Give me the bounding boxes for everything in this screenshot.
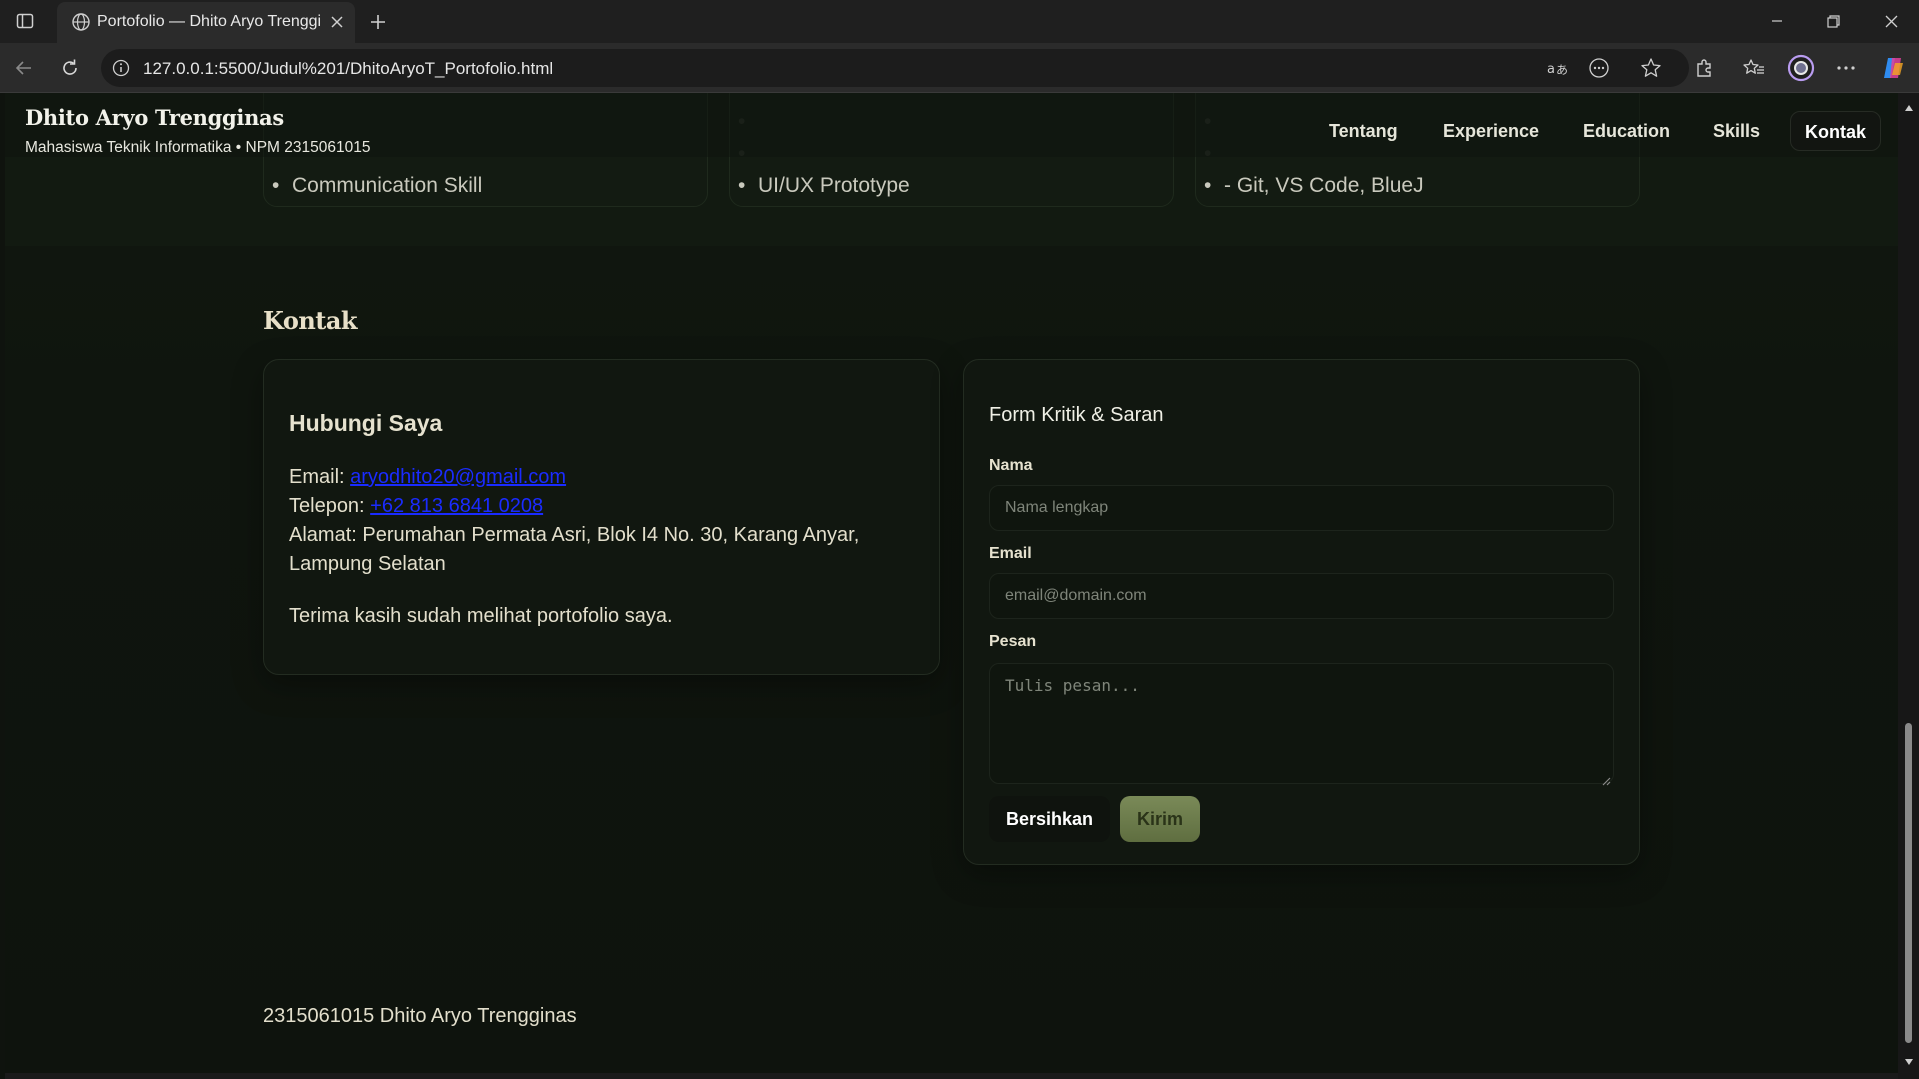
thanks-text: Terima kasih sudah melihat portofolio sa…	[289, 605, 673, 627]
globe-icon	[71, 12, 91, 32]
translate-icon[interactable]: aあ	[1543, 55, 1571, 81]
email-field-label: Email	[989, 545, 1032, 562]
scroll-up-arrow-icon[interactable]	[1902, 101, 1915, 114]
section-title-kontak: Kontak	[263, 306, 358, 335]
restore-icon[interactable]	[1813, 4, 1853, 38]
favorites-icon[interactable]	[1738, 52, 1770, 84]
resize-grip-icon[interactable]	[1601, 771, 1611, 786]
minimize-icon[interactable]	[1757, 4, 1797, 38]
skill-item: Communication Skill	[272, 174, 482, 198]
more-menu-icon[interactable]	[1830, 52, 1862, 84]
url-text: 127.0.0.1:5500/Judul%201/DhitoAryoT_Port…	[143, 59, 554, 78]
name-label: Nama	[989, 457, 1033, 474]
browser-toolbar: 127.0.0.1:5500/Judul%201/DhitoAryoT_Port…	[0, 43, 1919, 93]
feedback-form-card: Form Kritik & Saran Nama Nama lengkap Em…	[963, 359, 1640, 865]
browser-tab[interactable]: Portofolio — Dhito Aryo Trenggin	[57, 2, 355, 43]
brand-subtitle: Mahasiswa Teknik Informatika • NPM 23150…	[25, 139, 371, 156]
tab-strip: Portofolio — Dhito Aryo Trenggin	[0, 0, 1919, 43]
extensions-icon[interactable]	[1688, 52, 1720, 84]
close-tab-icon[interactable]	[325, 10, 349, 34]
contact-email-line: Email: aryodhito20@gmail.com	[289, 466, 566, 489]
message-label: Pesan	[989, 633, 1037, 650]
name-input[interactable]: Nama lengkap	[989, 485, 1614, 531]
clear-button[interactable]: Bersihkan	[989, 796, 1110, 842]
nav-link-experience[interactable]: Experience	[1429, 111, 1553, 151]
brand-name[interactable]: Dhito Aryo Trengginas	[25, 105, 284, 130]
page-scrollbar[interactable]	[1898, 93, 1919, 1079]
footer-text: 2315061015 Dhito Aryo Trengginas	[263, 1005, 577, 1027]
send-button[interactable]: Kirim	[1120, 796, 1200, 842]
skill-item: - Git, VS Code, BlueJ	[1204, 174, 1424, 198]
contact-card: Hubungi Saya Email: aryodhito20@gmail.co…	[263, 359, 940, 675]
favorite-star-icon[interactable]	[1637, 55, 1665, 81]
page-bottom-edge	[5, 1073, 1898, 1079]
address-bar[interactable]: 127.0.0.1:5500/Judul%201/DhitoAryoT_Port…	[101, 49, 1689, 87]
phone-label: Telepon:	[289, 495, 371, 517]
nav-link-tentang[interactable]: Tentang	[1315, 111, 1412, 151]
contact-phone-line: Telepon: +62 813 6841 0208	[289, 495, 543, 518]
refresh-icon[interactable]	[54, 52, 86, 84]
nav-link-skills[interactable]: Skills	[1699, 111, 1774, 151]
site-header: Dhito Aryo Trengginas Mahasiswa Teknik I…	[5, 93, 1898, 157]
page-viewport: Communication Skill UI/UX Prototype - Gi…	[5, 93, 1898, 1079]
scroll-down-arrow-icon[interactable]	[1902, 1055, 1915, 1068]
site-info-icon[interactable]	[111, 58, 131, 78]
nav-link-kontak[interactable]: Kontak	[1790, 111, 1882, 151]
svg-text:あ: あ	[1556, 63, 1568, 77]
tab-title: Portofolio — Dhito Aryo Trenggin	[97, 13, 321, 30]
nav-link-education[interactable]: Education	[1569, 111, 1684, 151]
new-tab-icon[interactable]	[364, 8, 392, 36]
skill-item: UI/UX Prototype	[738, 174, 910, 198]
profile-avatar-icon[interactable]	[1785, 52, 1817, 84]
address-line-2: Lampung Selatan	[289, 553, 446, 575]
copilot-icon[interactable]	[1877, 52, 1909, 84]
phone-link[interactable]: +62 813 6841 0208	[370, 495, 543, 517]
back-icon[interactable]	[8, 52, 40, 84]
email-link[interactable]: aryodhito20@gmail.com	[350, 466, 566, 488]
browser-chrome: Portofolio — Dhito Aryo Trenggin 127.0.0…	[0, 0, 1919, 93]
message-placeholder: Tulis pesan...	[1005, 676, 1140, 695]
message-textarea[interactable]: Tulis pesan...	[989, 663, 1614, 786]
sidebar-toggle-icon[interactable]	[12, 8, 38, 34]
reading-mode-icon[interactable]	[1585, 55, 1613, 81]
email-input[interactable]: email@domain.com	[989, 573, 1614, 619]
email-label: Email:	[289, 466, 351, 488]
close-window-icon[interactable]	[1871, 4, 1911, 38]
address-line-1: Alamat: Perumahan Permata Asri, Blok I4 …	[289, 524, 860, 546]
contact-heading: Hubungi Saya	[289, 410, 443, 436]
scrollbar-thumb[interactable]	[1905, 723, 1912, 1043]
form-heading: Form Kritik & Saran	[989, 404, 1164, 426]
svg-text:a: a	[1547, 62, 1555, 77]
